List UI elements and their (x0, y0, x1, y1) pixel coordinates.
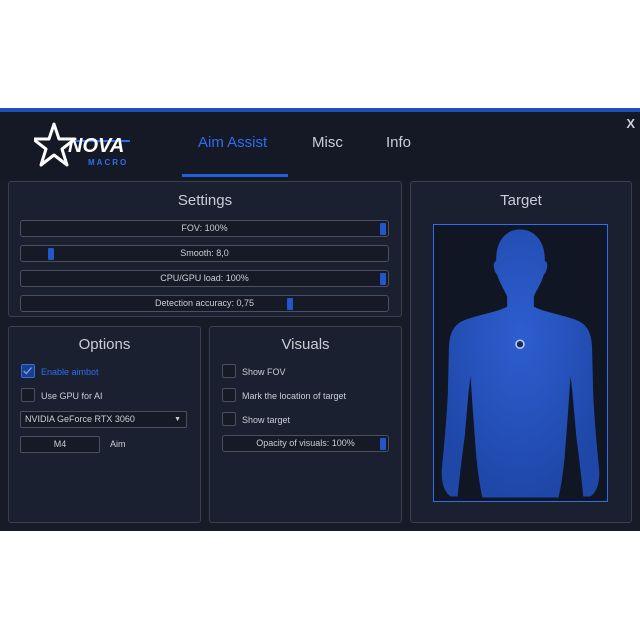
options-title: Options (78, 336, 131, 353)
use-gpu-checkbox[interactable] (21, 388, 35, 402)
target-preview (433, 224, 608, 502)
smooth-slider-handle[interactable] (47, 248, 54, 260)
visuals-panel: Visuals (209, 326, 402, 523)
chevron-down-icon: ▼ (174, 416, 181, 423)
fov-slider-label: FOV: 100% (181, 223, 228, 233)
logo-text: NOVA (68, 135, 125, 157)
tab-aim-assist[interactable]: Aim Assist (198, 134, 267, 151)
detection-accuracy-slider[interactable]: Detection accuracy: 0,75 (20, 295, 389, 312)
aim-key-label: Aim (110, 439, 126, 449)
mark-target-checkbox[interactable] (222, 388, 236, 402)
fov-slider[interactable]: FOV: 100% (20, 220, 389, 237)
fov-slider-handle[interactable] (380, 223, 386, 235)
mark-target-label: Mark the location of target (242, 391, 347, 401)
opacity-visuals-slider-handle[interactable] (380, 438, 386, 450)
visuals-title: Visuals (281, 336, 330, 353)
aim-key-input[interactable]: M4 (20, 436, 100, 453)
human-silhouette-icon (441, 229, 600, 498)
show-fov-checkbox[interactable] (222, 364, 236, 378)
opacity-visuals-slider[interactable]: Opacity of visuals: 100% (222, 435, 389, 452)
logo-subtext: MACRO (88, 158, 129, 167)
show-target-label: Show target (242, 415, 291, 425)
aim-key-value: M4 (53, 439, 67, 449)
tab-info[interactable]: Info (386, 134, 411, 151)
settings-title: Settings (177, 192, 233, 209)
detection-accuracy-slider-handle[interactable] (287, 298, 294, 310)
tab-misc[interactable]: Misc (312, 134, 343, 151)
checkmark-icon (23, 367, 32, 375)
opacity-visuals-slider-label: Opacity of visuals: 100% (256, 438, 355, 448)
cpu-gpu-load-slider-label: CPU/GPU load: 100% (160, 273, 249, 283)
cpu-gpu-load-slider-handle[interactable] (380, 273, 386, 285)
active-tab-indicator (182, 174, 288, 177)
close-button[interactable]: X (626, 116, 635, 131)
enable-aimbot-label: Enable aimbot (41, 367, 99, 377)
smooth-slider[interactable]: Smooth: 8,0 (20, 245, 389, 262)
target-title: Target (500, 192, 542, 209)
gpu-select-value: NVIDIA GeForce RTX 3060 (25, 414, 135, 424)
gpu-select[interactable]: NVIDIA GeForce RTX 3060 ▼ (20, 411, 187, 428)
cpu-gpu-load-slider[interactable]: CPU/GPU load: 100% (20, 270, 389, 287)
use-gpu-label: Use GPU for AI (41, 391, 103, 401)
detection-accuracy-slider-label: Detection accuracy: 0,75 (154, 298, 255, 308)
enable-aimbot-checkbox[interactable] (21, 364, 35, 378)
show-target-checkbox[interactable] (222, 412, 236, 426)
show-fov-label: Show FOV (242, 367, 286, 377)
header-bar: NOVA MACRO Aim Assist Misc Info X (0, 112, 640, 180)
target-marker-icon (515, 339, 525, 349)
smooth-slider-label: Smooth: 8,0 (180, 248, 229, 258)
